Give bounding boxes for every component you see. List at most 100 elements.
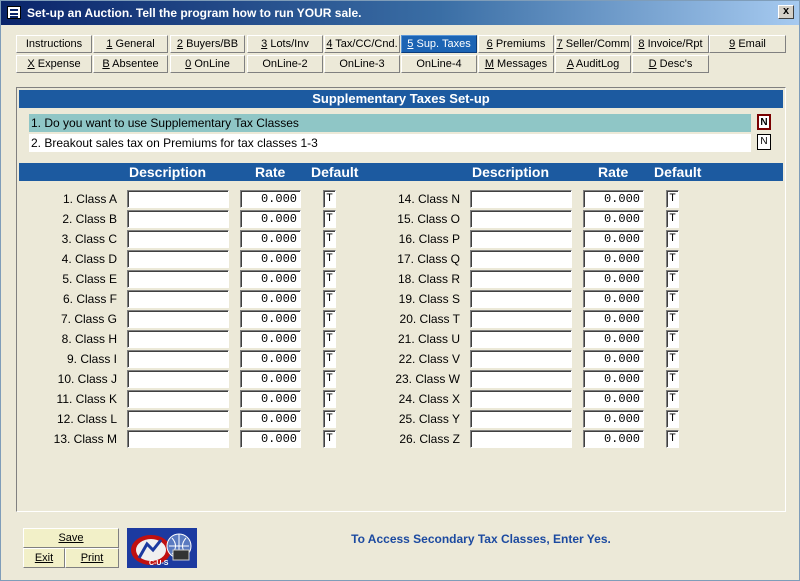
breakout-premium-tax-field[interactable]: N (757, 134, 771, 150)
class-rate-input[interactable]: 0.000 (240, 290, 301, 308)
class-rate-input[interactable]: 0.000 (583, 250, 644, 268)
print-button[interactable]: Print (65, 548, 119, 568)
class-rate-input[interactable]: 0.000 (240, 390, 301, 408)
class-rate-input[interactable]: 0.000 (240, 230, 301, 248)
class-rate-input[interactable]: 0.000 (240, 250, 301, 268)
class-default-input[interactable]: T (666, 190, 679, 208)
class-default-input[interactable]: T (323, 250, 336, 268)
class-rate-input[interactable]: 0.000 (583, 350, 644, 368)
class-description-input[interactable] (470, 190, 572, 208)
tab-tabs_row1-2[interactable]: 2 Buyers/BB (170, 35, 245, 53)
tab-tabs_row1-0[interactable]: Instructions (16, 35, 92, 53)
class-description-input[interactable] (127, 430, 229, 448)
tab-tabs_row1-9[interactable]: 9 Email (709, 35, 786, 53)
class-default-input[interactable]: T (323, 330, 336, 348)
class-description-input[interactable] (470, 250, 572, 268)
class-default-input[interactable]: T (323, 410, 336, 428)
tab-tabs_row2-7[interactable]: A AuditLog (555, 55, 631, 73)
tab-tabs_row2-6[interactable]: M Messages (478, 55, 554, 73)
class-default-input[interactable]: T (323, 350, 336, 368)
class-rate-input[interactable]: 0.000 (583, 270, 644, 288)
class-rate-input[interactable]: 0.000 (583, 230, 644, 248)
class-rate-input[interactable]: 0.000 (240, 410, 301, 428)
tab-tabs_row1-5[interactable]: 5 Sup. Taxes (401, 35, 477, 53)
tab-tabs_row1-6[interactable]: 6 Premiums (478, 35, 554, 53)
class-default-input[interactable]: T (323, 370, 336, 388)
class-description-input[interactable] (127, 210, 229, 228)
tab-tabs_row1-1[interactable]: 1 General (93, 35, 168, 53)
class-default-input[interactable]: T (666, 310, 679, 328)
class-rate-input[interactable]: 0.000 (583, 410, 644, 428)
class-description-input[interactable] (470, 230, 572, 248)
class-rate-input[interactable]: 0.000 (240, 310, 301, 328)
tab-tabs_row2-8[interactable]: D Desc's (632, 55, 709, 73)
class-rate-input[interactable]: 0.000 (583, 390, 644, 408)
class-rate-input[interactable]: 0.000 (240, 370, 301, 388)
tab-tabs_row2-0[interactable]: X Expense (16, 55, 92, 73)
class-default-input[interactable]: T (323, 290, 336, 308)
class-description-input[interactable] (127, 270, 229, 288)
class-rate-input[interactable]: 0.000 (240, 210, 301, 228)
class-rate-input[interactable]: 0.000 (240, 190, 301, 208)
class-default-input[interactable]: T (323, 210, 336, 228)
class-default-input[interactable]: T (666, 230, 679, 248)
class-default-input[interactable]: T (323, 310, 336, 328)
class-description-input[interactable] (470, 310, 572, 328)
class-default-input[interactable]: T (323, 190, 336, 208)
class-default-input[interactable]: T (666, 330, 679, 348)
class-default-input[interactable]: T (666, 370, 679, 388)
exit-button[interactable]: Exit (23, 548, 65, 568)
tab-tabs_row2-4[interactable]: OnLine-3 (324, 55, 400, 73)
class-description-input[interactable] (470, 430, 572, 448)
class-rate-input[interactable]: 0.000 (240, 430, 301, 448)
class-rate-input[interactable]: 0.000 (240, 350, 301, 368)
class-description-input[interactable] (470, 390, 572, 408)
class-description-input[interactable] (127, 370, 229, 388)
class-rate-input[interactable]: 0.000 (240, 270, 301, 288)
tab-tabs_row2-2[interactable]: 0 OnLine (170, 55, 245, 73)
class-description-input[interactable] (127, 290, 229, 308)
class-rate-input[interactable]: 0.000 (583, 370, 644, 388)
class-description-input[interactable] (127, 250, 229, 268)
class-default-input[interactable]: T (666, 290, 679, 308)
class-default-input[interactable]: T (323, 430, 336, 448)
class-description-input[interactable] (127, 390, 229, 408)
class-description-input[interactable] (470, 350, 572, 368)
class-rate-input[interactable]: 0.000 (583, 210, 644, 228)
class-default-input[interactable]: T (666, 350, 679, 368)
tab-tabs_row1-7[interactable]: 7 Seller/Comm (555, 35, 631, 53)
close-button[interactable]: x (778, 5, 794, 19)
tab-tabs_row1-3[interactable]: 3 Lots/Inv (247, 35, 323, 53)
class-description-input[interactable] (127, 330, 229, 348)
class-description-input[interactable] (127, 350, 229, 368)
class-description-input[interactable] (127, 230, 229, 248)
tab-tabs_row2-5[interactable]: OnLine-4 (401, 55, 477, 73)
class-description-input[interactable] (470, 210, 572, 228)
tab-tabs_row2-1[interactable]: B Absentee (93, 55, 168, 73)
class-default-input[interactable]: T (666, 410, 679, 428)
class-description-input[interactable] (470, 410, 572, 428)
class-description-input[interactable] (470, 330, 572, 348)
class-rate-input[interactable]: 0.000 (583, 330, 644, 348)
use-sup-tax-field[interactable]: N (757, 114, 771, 130)
class-default-input[interactable]: T (323, 270, 336, 288)
class-description-input[interactable] (127, 410, 229, 428)
class-default-input[interactable]: T (666, 270, 679, 288)
class-description-input[interactable] (127, 310, 229, 328)
class-default-input[interactable]: T (666, 250, 679, 268)
class-default-input[interactable]: T (666, 210, 679, 228)
tab-tabs_row1-4[interactable]: 4 Tax/CC/Cnd. (324, 35, 400, 53)
class-description-input[interactable] (470, 270, 572, 288)
class-description-input[interactable] (127, 190, 229, 208)
class-default-input[interactable]: T (323, 390, 336, 408)
tab-tabs_row1-8[interactable]: 8 Invoice/Rpt (632, 35, 709, 53)
class-default-input[interactable]: T (323, 230, 336, 248)
class-rate-input[interactable]: 0.000 (583, 290, 644, 308)
class-description-input[interactable] (470, 370, 572, 388)
class-description-input[interactable] (470, 290, 572, 308)
class-rate-input[interactable]: 0.000 (583, 430, 644, 448)
class-default-input[interactable]: T (666, 430, 679, 448)
class-default-input[interactable]: T (666, 390, 679, 408)
save-button[interactable]: Save (23, 528, 119, 548)
tab-tabs_row2-3[interactable]: OnLine-2 (247, 55, 323, 73)
